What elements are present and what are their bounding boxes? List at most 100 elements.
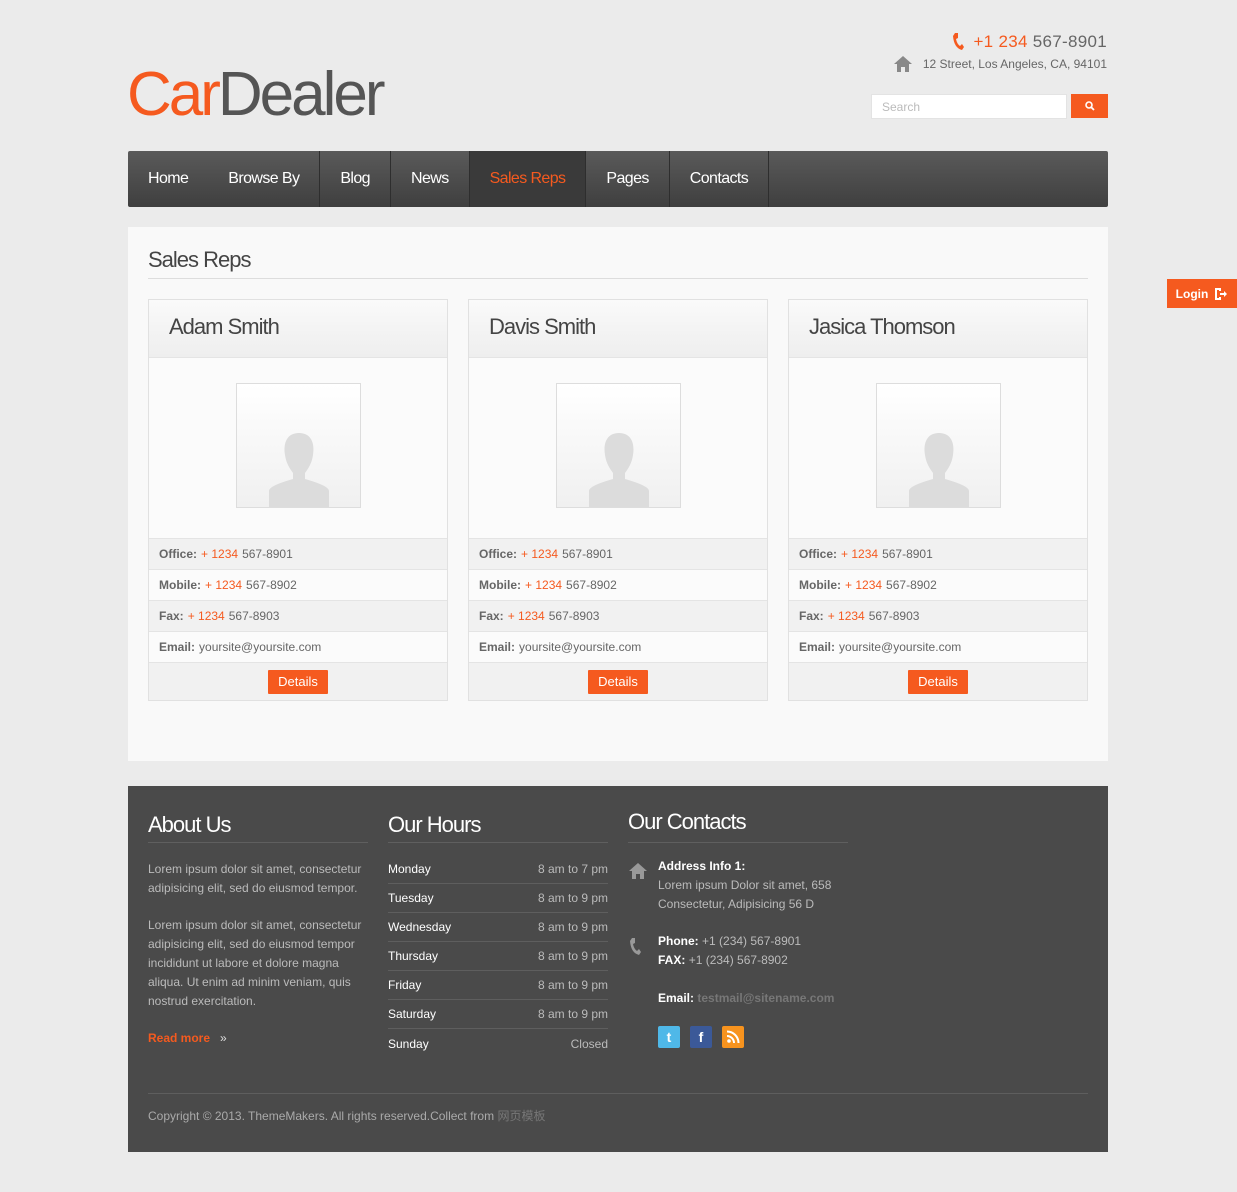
phone-block: Phone: +1 (234) 567-8901 FAX: +1 (234) 5… <box>628 932 848 1008</box>
avatar <box>236 383 361 508</box>
about-paragraph: Lorem ipsum dolor sit amet, consectetur … <box>148 918 362 1008</box>
mobile-prefix: + 1234 <box>845 578 883 592</box>
facebook-icon[interactable]: f <box>690 1026 712 1048</box>
hours-row: Wednesday 8 am to 9 pm <box>388 913 608 942</box>
hours-day: Monday <box>388 862 431 876</box>
person-silhouette-icon <box>908 433 969 507</box>
nav-blog[interactable]: Blog <box>320 151 391 207</box>
office-prefix: + 1234 <box>201 547 239 561</box>
fax-label: FAX: <box>658 953 686 967</box>
fax-number: 567-8903 <box>228 609 280 623</box>
mobile-row: Mobile: + 1234 567-8902 <box>469 569 767 600</box>
office-label: Office: <box>159 547 198 561</box>
office-number: 567-8901 <box>242 547 293 561</box>
nav-home[interactable]: Home <box>128 151 208 207</box>
office-row: Office: + 1234 567-8901 <box>149 538 447 569</box>
nav-news[interactable]: News <box>391 151 470 207</box>
person-silhouette-icon <box>588 433 649 507</box>
phone-label: Phone: <box>658 934 699 948</box>
mobile-number: 567-8902 <box>246 578 297 592</box>
fax-label: Fax: <box>479 609 504 623</box>
copyright-link[interactable]: 网页模板 <box>497 1109 545 1123</box>
hours-time: 8 am to 9 pm <box>537 891 608 905</box>
login-label: Login <box>1175 286 1209 301</box>
nav-label: Blog <box>340 170 370 187</box>
contacts-section: Our Contacts Address Info 1: Lorem ipsum… <box>628 811 848 1048</box>
hours-time: Closed <box>570 1036 608 1051</box>
person-silhouette-icon <box>268 433 329 507</box>
hours-day: Sunday <box>388 1036 429 1051</box>
mobile-number: 567-8902 <box>886 578 937 592</box>
mobile-prefix: + 1234 <box>525 578 563 592</box>
fax-row: Fax: + 1234 567-8903 <box>469 600 767 631</box>
email-value[interactable]: yoursite@yoursite.com <box>519 640 641 654</box>
contacts-title: Our Contacts <box>628 811 848 843</box>
search-icon <box>1084 101 1095 111</box>
social-links: t f <box>628 1026 848 1048</box>
fax-row: Fax: + 1234 567-8903 <box>149 600 447 631</box>
details-button[interactable]: Details <box>268 669 328 694</box>
nav-label: Home <box>148 170 189 187</box>
email-row: Email: yoursite@yoursite.com <box>149 631 447 662</box>
fax-prefix: + 1234 <box>507 609 545 623</box>
login-button[interactable]: Login <box>1167 279 1237 308</box>
phone-value: +1 (234) 567-8901 <box>702 934 802 948</box>
phone-icon <box>630 938 641 955</box>
nav-browse-by[interactable]: Browse By <box>208 151 321 207</box>
main-nav: Home Browse By Blog News Sales Reps Page… <box>128 151 1108 207</box>
email-row: Email: yoursite@yoursite.com <box>789 631 1087 662</box>
email-label: Email: <box>799 640 836 654</box>
hours-section: Our Hours Monday 8 am to 7 pm Tuesday 8 am… <box>388 812 608 1058</box>
mobile-number: 567-8902 <box>566 578 617 592</box>
login-icon <box>1215 287 1228 300</box>
site-footer: About Us Lorem ipsum dolor sit amet, con… <box>128 786 1108 1152</box>
main-content: Sales Reps Adam Smith Office: + 1234 567-8… <box>128 227 1108 761</box>
hours-row: Saturday 8 am to 9 pm <box>388 1000 608 1029</box>
hours-day: Saturday <box>388 1007 437 1021</box>
nav-label: Browse By <box>228 170 300 187</box>
rss-icon[interactable] <box>722 1026 744 1048</box>
nav-pages[interactable]: Pages <box>586 151 670 207</box>
site-logo[interactable]: CarDealer <box>127 60 386 130</box>
rep-card: Jasica Thomson Office: + 1234 567-8901 Mob… <box>788 299 1088 701</box>
phone-icon <box>953 33 965 50</box>
office-label: Office: <box>799 547 838 561</box>
rep-name: Adam Smith <box>149 300 447 358</box>
mobile-prefix: + 1234 <box>205 578 243 592</box>
hours-row: Thursday 8 am to 9 pm <box>388 942 608 971</box>
office-number: 567-8901 <box>562 547 613 561</box>
hours-row: Sunday Closed <box>388 1029 608 1058</box>
copyright: Copyright © 2013. ThemeMakers. All right… <box>148 1107 545 1124</box>
phone-prefix: +1 234 <box>973 32 1028 51</box>
read-more-link[interactable]: Read more » <box>148 1031 368 1045</box>
fax-number: 567-8903 <box>548 609 600 623</box>
mobile-row: Mobile: + 1234 567-8902 <box>789 569 1087 600</box>
mobile-label: Mobile: <box>799 578 841 592</box>
search-button[interactable] <box>1071 94 1108 118</box>
rep-name: Davis Smith <box>469 300 767 358</box>
email-row: Email: yoursite@yoursite.com <box>469 631 767 662</box>
phone-rest: 567-8901 <box>1032 32 1107 51</box>
home-icon <box>893 56 912 72</box>
hours-title: Our Hours <box>388 812 608 843</box>
double-chevron-right-icon: » <box>220 1031 227 1045</box>
nav-sales-reps[interactable]: Sales Reps <box>469 151 587 207</box>
details-button[interactable]: Details <box>588 669 648 694</box>
email-link[interactable]: testmail@sitename.com <box>697 991 834 1005</box>
office-prefix: + 1234 <box>521 547 559 561</box>
email-value[interactable]: yoursite@yoursite.com <box>199 640 321 654</box>
logo-part-dealer: Dealer <box>217 60 386 129</box>
page-title: Sales Reps <box>148 247 252 272</box>
logo-part-car: Car <box>127 60 221 129</box>
details-button[interactable]: Details <box>908 669 968 694</box>
nav-label: Pages <box>606 170 649 187</box>
search-form <box>871 94 1108 119</box>
search-input[interactable] <box>871 94 1067 119</box>
email-label: Email: <box>479 640 516 654</box>
twitter-icon[interactable]: t <box>658 1026 680 1048</box>
email-value[interactable]: yoursite@yoursite.com <box>839 640 961 654</box>
nav-contacts[interactable]: Contacts <box>670 151 770 207</box>
header-address: 12 Street, Los Angeles, CA, 94101 <box>893 55 1107 73</box>
avatar <box>556 383 681 508</box>
rep-card: Adam Smith Office: + 1234 567-8901 Mobile:… <box>148 299 448 701</box>
